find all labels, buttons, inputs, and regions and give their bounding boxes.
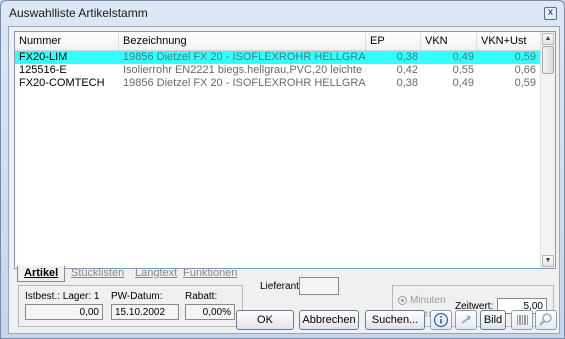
tab-funktionen[interactable]: Funktionen	[177, 266, 243, 281]
cell-nummer: FX20-LIM	[19, 51, 68, 63]
barcode-button[interactable]	[511, 310, 533, 330]
pw-datum-label: PW-Datum:	[111, 291, 163, 302]
table-row[interactable]: FX20-COMTECH 19856 Dietzel FX 20 - ISOFL…	[15, 77, 541, 90]
cell-vkn: 0,49	[452, 77, 474, 89]
magnifier-icon	[539, 313, 552, 326]
lieferant-field	[299, 277, 339, 295]
info-icon	[433, 312, 449, 328]
window-title: Auswahlliste Artikelstamm	[9, 6, 148, 20]
cell-bezeichnung: Isolierrohr EN2221 biegs.hellgrau,PVC,20…	[123, 64, 366, 76]
table-row[interactable]: 125516-E Isolierrohr EN2221 biegs.hellgr…	[15, 64, 541, 77]
istbest-field: 0,00	[25, 304, 103, 320]
title-bar[interactable]: Auswahlliste Artikelstamm x	[1, 1, 564, 25]
lieferant-label: Lieferant:	[260, 281, 302, 292]
suchen-button[interactable]: Suchen...	[365, 310, 425, 330]
client-area: Nummer Bezeichnung EP VKN VKN+Ust FX20-L…	[8, 26, 560, 334]
istbest-label: Istbest.: Lager: 1	[25, 291, 100, 302]
dialog-window: Auswahlliste Artikelstamm x Nummer Bezei…	[0, 0, 565, 339]
cell-vkn-ust: 0,66	[514, 64, 536, 76]
cell-nummer: 125516-E	[19, 64, 67, 76]
column-header-ep[interactable]: EP	[366, 32, 421, 50]
refresh-button[interactable]	[455, 310, 477, 330]
pw-datum-field: 15.10.2002	[111, 304, 179, 320]
vertical-scrollbar[interactable]: ▲ ▼	[540, 32, 555, 268]
column-header-nummer[interactable]: Nummer	[15, 32, 119, 50]
minuten-label: Minuten	[410, 295, 446, 306]
scroll-up-arrow-icon[interactable]: ▲	[542, 33, 554, 45]
cell-vkn: 0,49	[452, 51, 474, 63]
cell-ep: 0,38	[396, 51, 418, 63]
article-grid[interactable]: Nummer Bezeichnung EP VKN VKN+Ust FX20-L…	[14, 31, 556, 269]
info-button[interactable]	[430, 310, 452, 330]
rabatt-field: 0,00%	[185, 304, 235, 320]
refresh-arrow-icon	[461, 315, 471, 324]
ok-button[interactable]: OK	[236, 310, 294, 330]
search-button[interactable]	[535, 310, 557, 330]
rabatt-label: Rabatt:	[185, 291, 218, 302]
scroll-down-arrow-icon[interactable]: ▼	[542, 255, 554, 267]
tab-stuecklisten[interactable]: Stücklisten	[65, 266, 130, 281]
cell-bezeichnung: 19856 Dietzel FX 20 - ISOFLEXROHR HELLGR…	[123, 77, 366, 89]
scroll-thumb[interactable]	[542, 46, 554, 74]
cell-ep: 0,42	[396, 64, 418, 76]
tab-langtext[interactable]: Langtext	[129, 266, 183, 281]
cell-bezeichnung: 19856 Dietzel FX 20 - ISOFLEXROHR HELLGR…	[123, 51, 366, 63]
tab-artikel[interactable]: Artikel	[17, 266, 66, 282]
barcode-icon	[517, 315, 528, 325]
cell-vkn-ust: 0,59	[514, 51, 536, 63]
grid-header: Nummer Bezeichnung EP VKN VKN+Ust	[15, 32, 541, 51]
bild-button[interactable]: Bild	[480, 310, 506, 330]
column-header-vkn-ust[interactable]: VKN+Ust	[477, 32, 541, 50]
cell-nummer: FX20-COMTECH	[19, 77, 105, 89]
abbrechen-button[interactable]: Abbrechen	[299, 310, 359, 330]
cell-vkn: 0,55	[452, 64, 474, 76]
cell-vkn-ust: 0,59	[514, 77, 536, 89]
stock-info-panel: Istbest.: Lager: 1 0,00 PW-Datum: 15.10.…	[18, 285, 243, 327]
close-button[interactable]: x	[544, 7, 557, 20]
table-row[interactable]: FX20-LIM 19856 Dietzel FX 20 - ISOFLEXRO…	[15, 51, 541, 64]
column-header-vkn[interactable]: VKN	[421, 32, 477, 50]
cell-ep: 0,38	[396, 77, 418, 89]
column-header-bezeichnung[interactable]: Bezeichnung	[119, 32, 366, 50]
minuten-radio[interactable]	[398, 296, 407, 305]
